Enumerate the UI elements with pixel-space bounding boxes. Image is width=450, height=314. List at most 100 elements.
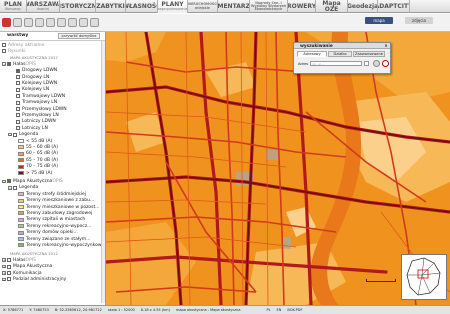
nav-tab-sublabel: zagospodarowania xyxy=(158,7,188,12)
layer-info-link[interactable]: OPIS xyxy=(52,179,62,184)
overview-map[interactable] xyxy=(401,254,447,300)
layer-checkbox[interactable] xyxy=(16,94,20,99)
layer-row[interactable]: Przemysłowy LDWN xyxy=(16,106,67,112)
collapse-icon[interactable]: − xyxy=(8,186,12,190)
layer-checkbox[interactable] xyxy=(16,126,20,131)
tab-parcel[interactable]: Działka xyxy=(328,51,352,57)
search-tool-icon[interactable] xyxy=(79,18,88,27)
layer-checkbox[interactable] xyxy=(16,107,20,111)
nav-tab-4[interactable]: WŁASNOŚĆ xyxy=(126,0,158,13)
nav-tab-10[interactable]: Mapa OZE xyxy=(316,0,348,13)
layer-checkbox[interactable] xyxy=(7,271,11,275)
legend-item: 65 – 70 dB (A) xyxy=(18,157,58,163)
nav-tab-11[interactable]: Geodezja xyxy=(348,0,378,13)
pan-tool-icon[interactable] xyxy=(13,18,22,27)
lang-en[interactable]: EN xyxy=(277,308,282,312)
nav-tab-7[interactable]: CMENTARZE xyxy=(218,0,250,13)
layer-row[interactable]: Tramwajowy LN xyxy=(16,100,57,106)
layers-tool-icon[interactable] xyxy=(2,18,11,27)
layer-row[interactable]: Kolejowy LN xyxy=(16,87,49,93)
layer-row[interactable]: − Mapa Akustyczna OPIS xyxy=(2,178,63,184)
tab-advanced[interactable]: Zaawansowane xyxy=(353,51,385,57)
collapse-icon[interactable]: − xyxy=(2,62,6,66)
sidebar-scrollbar[interactable] xyxy=(101,41,105,303)
print-tool-icon[interactable] xyxy=(57,18,66,27)
nav-tab-9[interactable]: ROWERY xyxy=(288,0,316,13)
expand-icon[interactable]: + xyxy=(2,264,6,269)
photos-view-button[interactable]: zdjęcia xyxy=(405,17,433,24)
legend-swatch xyxy=(18,230,24,235)
layer-checkbox[interactable] xyxy=(16,113,20,118)
nav-tab-2[interactable]: HISTORYCZNA xyxy=(60,0,96,13)
zoom-out-tool-icon[interactable] xyxy=(35,18,44,27)
layer-label: Mapa Akustyczna xyxy=(13,178,53,184)
layer-checkbox[interactable] xyxy=(7,62,11,67)
layer-row[interactable]: Przemysłowy LN xyxy=(16,112,59,118)
layer-row[interactable]: − Legenda xyxy=(8,185,38,191)
layer-checkbox[interactable] xyxy=(7,258,11,263)
nav-tab-12[interactable]: ADAPTCITY xyxy=(378,0,410,13)
layer-checkbox[interactable] xyxy=(16,119,20,124)
layer-checkbox[interactable] xyxy=(2,49,6,54)
map-view-button[interactable]: mapa xyxy=(365,17,393,24)
layer-checkbox[interactable] xyxy=(16,87,20,92)
layer-row[interactable]: + Mapa Akustyczna xyxy=(2,264,52,270)
layer-row[interactable]: + Podział administracyjny xyxy=(2,276,66,282)
zoom-in-tool-icon[interactable] xyxy=(24,18,33,27)
layer-row[interactable]: MAPA AKUSTYCZNA 2012 xyxy=(10,251,58,257)
collapse-icon[interactable]: − xyxy=(2,179,6,184)
bok-link[interactable]: BOK-PDF xyxy=(287,308,302,312)
clear-search-icon[interactable] xyxy=(382,60,389,67)
close-icon[interactable]: × xyxy=(384,43,388,48)
layer-info-link[interactable]: OPIS xyxy=(26,258,36,263)
nav-tab-1[interactable]: WARSZAWAdawniej xyxy=(27,0,60,13)
layer-checkbox[interactable] xyxy=(13,185,17,190)
layer-checkbox[interactable] xyxy=(7,277,11,282)
layer-info-link[interactable]: OPIS xyxy=(26,62,36,67)
info-tool-icon[interactable] xyxy=(68,18,77,27)
expand-icon[interactable]: + xyxy=(2,277,6,282)
layer-checkbox[interactable] xyxy=(7,264,11,269)
measure-tool-icon[interactable] xyxy=(46,18,55,27)
nav-tab-label: ROWERY xyxy=(288,2,316,10)
layer-row[interactable]: Lotniczy LDWN xyxy=(16,119,56,125)
search-go-button[interactable] xyxy=(373,60,380,67)
layer-row[interactable]: Kolejowy LDWN xyxy=(16,80,57,86)
layer-checkbox[interactable] xyxy=(13,132,17,137)
legend-label: Tereny strefy śródmiejskiej xyxy=(26,191,87,197)
layer-row[interactable]: − Hałas OPIS xyxy=(2,61,36,67)
tab-address[interactable]: Adresowy xyxy=(297,51,327,57)
layer-row[interactable]: Lotniczy LN xyxy=(16,125,48,131)
layer-row[interactable]: MAPA AKUSTYCZNA 2017 xyxy=(10,55,58,61)
nav-tab-6[interactable]: NIERUCHOMOŚCI miejskie xyxy=(188,0,218,13)
legend-item: 60 – 65 dB (A) xyxy=(18,151,58,157)
nav-tab-5[interactable]: PLANY zagospodarowania xyxy=(158,0,188,13)
help-tool-icon[interactable] xyxy=(90,18,99,27)
layer-row[interactable]: − Legenda xyxy=(8,132,38,138)
layer-row[interactable]: Drogowy LN xyxy=(16,74,49,80)
nav-tab-3[interactable]: ZABYTKI xyxy=(96,0,126,13)
layer-row[interactable]: Tramwajowy LDWN xyxy=(16,93,65,99)
address-dropdown-button[interactable] xyxy=(364,61,369,66)
expand-icon[interactable]: + xyxy=(2,271,6,275)
layer-checkbox[interactable] xyxy=(16,81,20,86)
layer-checkbox[interactable] xyxy=(16,68,20,73)
restore-defaults-button[interactable]: przywróć domyślne xyxy=(58,33,100,39)
nav-tab-0[interactable]: PLAN Warszawy xyxy=(0,0,27,13)
collapse-icon[interactable]: − xyxy=(8,132,12,137)
expand-icon[interactable]: + xyxy=(2,258,6,262)
address-input[interactable]: np. ul. ... xyxy=(310,61,362,66)
layer-checkbox[interactable] xyxy=(16,100,20,105)
layer-row[interactable]: + Komunikacja xyxy=(2,270,42,276)
nav-tab-label: ADAPTCITY xyxy=(378,2,409,10)
layer-checkbox[interactable] xyxy=(2,43,6,47)
layer-checkbox[interactable] xyxy=(7,179,11,184)
layer-row[interactable]: Drogowy LDWN xyxy=(16,68,57,74)
lang-pl[interactable]: PL xyxy=(266,308,270,312)
map-canvas[interactable]: wyszukiwanie × Adresowy Działka Zaawanso… xyxy=(106,32,450,305)
nav-tab-8[interactable]: Nagrody Cen. i Wystawy Wydarzeń Ekonomic… xyxy=(250,0,288,13)
layer-row[interactable]: Adresy aktualne xyxy=(2,42,44,48)
layer-checkbox[interactable] xyxy=(16,75,20,79)
layer-row[interactable]: + Hałas OPIS xyxy=(2,257,36,263)
layer-row[interactable]: Rysunki xyxy=(2,48,25,54)
